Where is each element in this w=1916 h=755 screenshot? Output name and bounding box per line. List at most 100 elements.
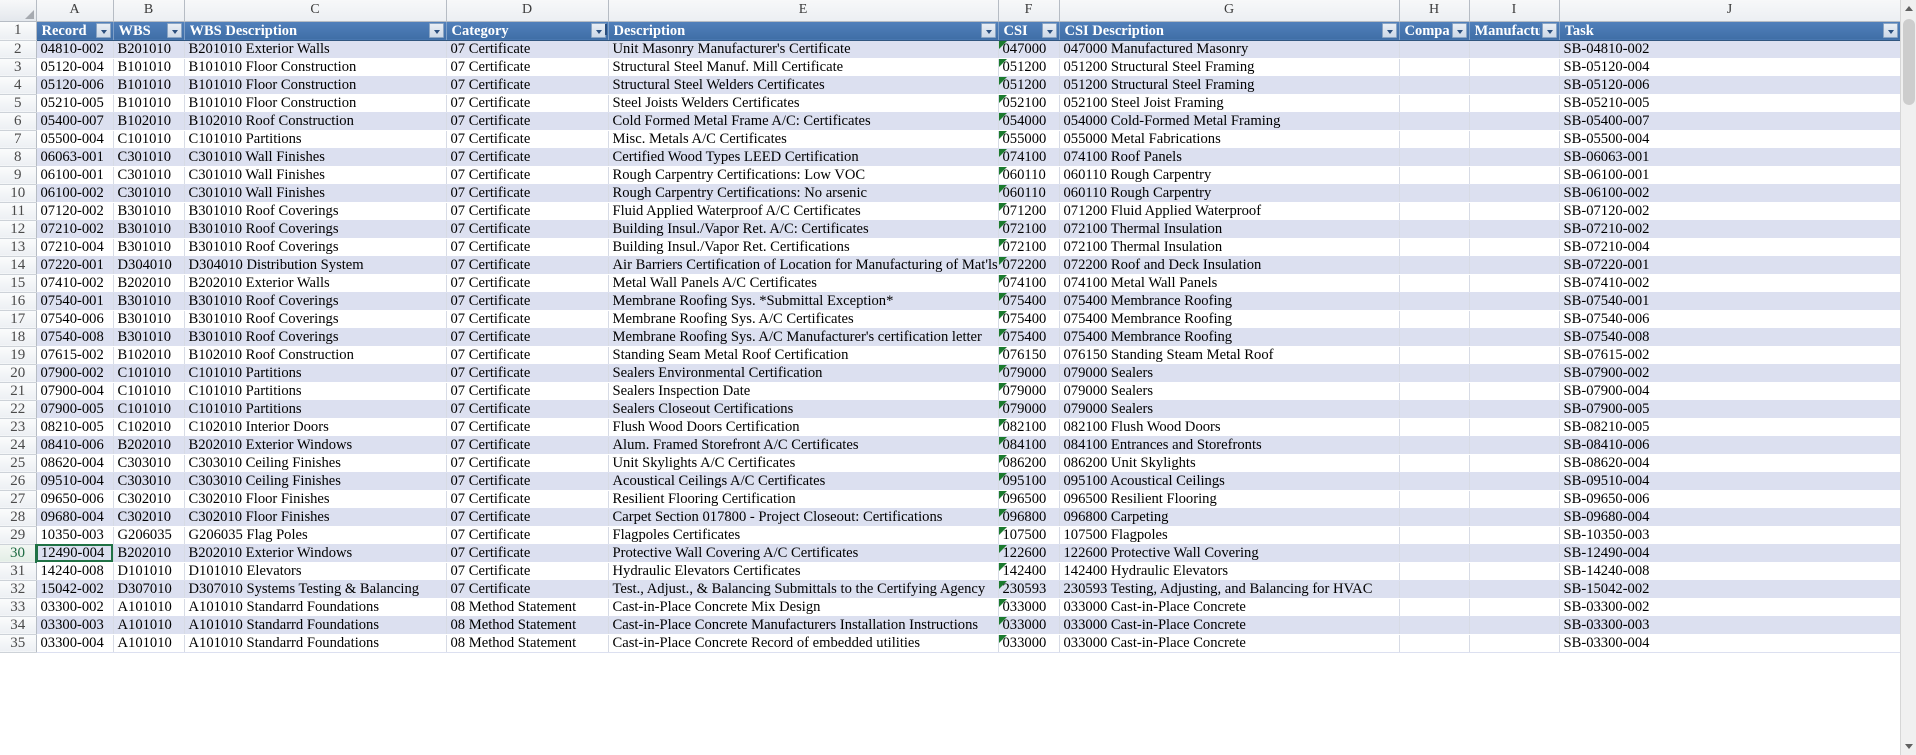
row-number-7[interactable]: 7	[0, 130, 37, 149]
row-number-5[interactable]: 5	[0, 94, 37, 113]
column-letter-i[interactable]: I	[1469, 0, 1560, 22]
cell-csi[interactable]: 107500	[998, 526, 1060, 545]
cell-wbs[interactable]: A101010	[113, 598, 185, 617]
scroll-down-button[interactable]	[1901, 738, 1916, 755]
cell-description[interactable]: Standing Seam Metal Roof Certification	[608, 346, 999, 365]
filter-dropdown-icon[interactable]	[1882, 23, 1898, 38]
cell-category[interactable]: 07 Certificate	[446, 148, 609, 167]
cell-company[interactable]	[1399, 364, 1470, 383]
cell-company[interactable]	[1399, 508, 1470, 527]
cell-csi[interactable]: 054000	[998, 112, 1060, 131]
table-row[interactable]: 30 12490-004 B202010 B202010 Exterior Windo…	[0, 544, 1900, 563]
cell-description[interactable]: Misc. Metals A/C Certificates	[608, 130, 999, 149]
cell-description[interactable]: Steel Joists Welders Certificates	[608, 94, 999, 113]
cell-description[interactable]: Resilient Flooring Certification	[608, 490, 999, 509]
cell-csi[interactable]: 122600	[998, 544, 1060, 563]
row-number-17[interactable]: 17	[0, 310, 37, 329]
table-row[interactable]: 26 09510-004 C303010 C303010 Ceiling Finish…	[0, 472, 1900, 491]
cell-wbs[interactable]: A101010	[113, 616, 185, 635]
cell-csi[interactable]: 060110	[998, 166, 1060, 185]
cell-csi-description[interactable]: 096800 Carpeting	[1059, 508, 1400, 527]
row-number-34[interactable]: 34	[0, 616, 37, 635]
cell-wbs[interactable]: B201010	[113, 40, 185, 59]
cell-task[interactable]: SB-03300-003	[1559, 616, 1900, 635]
cell-wbs-description[interactable]: B301010 Roof Coverings	[184, 238, 447, 257]
cell-csi-description[interactable]: 033000 Cast-in-Place Concrete	[1059, 598, 1400, 617]
cell-csi[interactable]: 052100	[998, 94, 1060, 113]
cell-wbs-description[interactable]: A101010 Standarrd Foundations	[184, 598, 447, 617]
cell-csi[interactable]: 071200	[998, 202, 1060, 221]
cell-wbs[interactable]: B202010	[113, 436, 185, 455]
cell-record[interactable]: 07540-001	[36, 292, 114, 311]
column-header-csi[interactable]: CSI	[998, 21, 1060, 41]
cell-company[interactable]	[1399, 76, 1470, 95]
row-number-9[interactable]: 9	[0, 166, 37, 185]
cell-csi-description[interactable]: 071200 Fluid Applied Waterproof	[1059, 202, 1400, 221]
cell-wbs-description[interactable]: B101010 Floor Construction	[184, 76, 447, 95]
cell-manufacturer[interactable]	[1469, 184, 1560, 203]
filter-dropdown-icon[interactable]	[1041, 23, 1057, 38]
cell-record[interactable]: 07540-006	[36, 310, 114, 329]
cell-csi[interactable]: 033000	[998, 634, 1060, 653]
cell-wbs[interactable]: C101010	[113, 382, 185, 401]
cell-category[interactable]: 08 Method Statement	[446, 634, 609, 653]
cell-csi[interactable]: 033000	[998, 598, 1060, 617]
cell-wbs-description[interactable]: B202010 Exterior Walls	[184, 274, 447, 293]
filter-dropdown-icon[interactable]	[428, 23, 444, 38]
cell-wbs-description[interactable]: C303010 Ceiling Finishes	[184, 472, 447, 491]
vertical-scrollbar[interactable]	[1900, 0, 1916, 755]
cell-csi[interactable]: 072100	[998, 238, 1060, 257]
cell-description[interactable]: Cast-in-Place Concrete Record of embedde…	[608, 634, 999, 653]
cell-manufacturer[interactable]	[1469, 76, 1560, 95]
cell-manufacturer[interactable]	[1469, 40, 1560, 59]
cell-category[interactable]: 07 Certificate	[446, 508, 609, 527]
cell-category[interactable]: 07 Certificate	[446, 40, 609, 59]
cell-record[interactable]: 05400-007	[36, 112, 114, 131]
column-letter-b[interactable]: B	[113, 0, 185, 22]
cell-manufacturer[interactable]	[1469, 112, 1560, 131]
cell-category[interactable]: 07 Certificate	[446, 364, 609, 383]
cell-manufacturer[interactable]	[1469, 418, 1560, 437]
column-letter-h[interactable]: H	[1399, 0, 1470, 22]
cell-wbs-description[interactable]: B202010 Exterior Windows	[184, 544, 447, 563]
cell-wbs[interactable]: C303010	[113, 472, 185, 491]
cell-category[interactable]: 07 Certificate	[446, 292, 609, 311]
table-row[interactable]: 16 07540-001 B301010 B301010 Roof Coverings…	[0, 292, 1900, 311]
cell-description[interactable]: Alum. Framed Storefront A/C Certificates	[608, 436, 999, 455]
cell-description[interactable]: Cast-in-Place Concrete Manufacturers Ins…	[608, 616, 999, 635]
column-header-wbs[interactable]: WBS	[113, 21, 185, 41]
cell-task[interactable]: SB-09680-004	[1559, 508, 1900, 527]
cell-manufacturer[interactable]	[1469, 148, 1560, 167]
cell-record[interactable]: 14240-008	[36, 562, 114, 581]
filter-dropdown-icon[interactable]	[95, 23, 111, 38]
column-letter-c[interactable]: C	[184, 0, 447, 22]
cell-manufacturer[interactable]	[1469, 274, 1560, 293]
cell-category[interactable]: 08 Method Statement	[446, 598, 609, 617]
cell-company[interactable]	[1399, 202, 1470, 221]
row-number-27[interactable]: 27	[0, 490, 37, 509]
cell-record[interactable]: 07900-002	[36, 364, 114, 383]
cell-category[interactable]: 07 Certificate	[446, 274, 609, 293]
cell-csi-description[interactable]: 084100 Entrances and Storefronts	[1059, 436, 1400, 455]
cell-csi-description[interactable]: 095100 Acoustical Ceilings	[1059, 472, 1400, 491]
row-number-21[interactable]: 21	[0, 382, 37, 401]
cell-csi-description[interactable]: 082100 Flush Wood Doors	[1059, 418, 1400, 437]
cell-csi[interactable]: 047000	[998, 40, 1060, 59]
cell-task[interactable]: SB-07540-001	[1559, 292, 1900, 311]
cell-category[interactable]: 07 Certificate	[446, 544, 609, 563]
cell-wbs-description[interactable]: A101010 Standarrd Foundations	[184, 616, 447, 635]
row-number-20[interactable]: 20	[0, 364, 37, 383]
row-number-4[interactable]: 4	[0, 76, 37, 95]
column-header-csi-description[interactable]: CSI Description	[1059, 21, 1400, 41]
cell-wbs-description[interactable]: C301010 Wall Finishes	[184, 184, 447, 203]
cell-company[interactable]	[1399, 616, 1470, 635]
table-row[interactable]: 3 05120-004 B101010 B101010 Floor Construct…	[0, 58, 1900, 77]
cell-manufacturer[interactable]	[1469, 94, 1560, 113]
cell-manufacturer[interactable]	[1469, 544, 1560, 563]
filter-dropdown-icon[interactable]	[166, 23, 182, 38]
row-number-35[interactable]: 35	[0, 634, 37, 653]
table-row[interactable]: 24 08410-006 B202010 B202010 Exterior Windo…	[0, 436, 1900, 455]
cell-wbs-description[interactable]: B301010 Roof Coverings	[184, 310, 447, 329]
column-header-category[interactable]: Category	[446, 21, 609, 41]
cell-company[interactable]	[1399, 130, 1470, 149]
